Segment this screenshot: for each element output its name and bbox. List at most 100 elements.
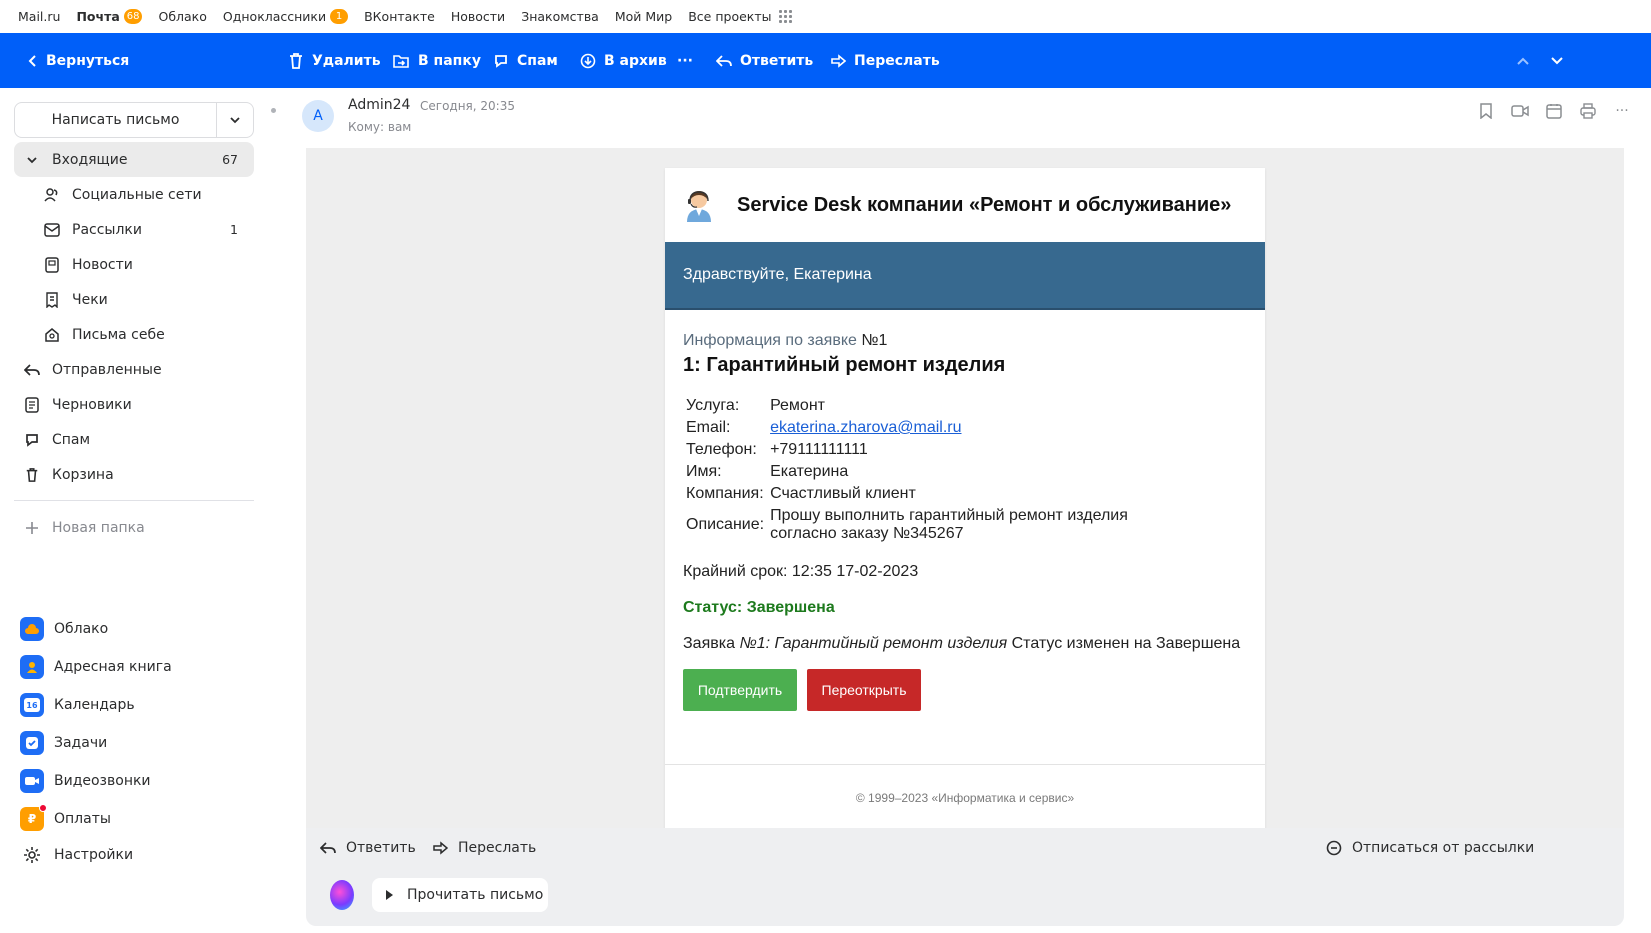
folder-count: 1: [230, 222, 238, 237]
notification-badge: 1: [330, 9, 349, 24]
folder-to-self[interactable]: Письма себе: [14, 317, 254, 352]
detail-value: +79111111111: [770, 441, 868, 458]
read-status-dot[interactable]: [271, 108, 276, 113]
portal-link-cloud[interactable]: Облако: [158, 9, 206, 24]
trash-icon: [290, 52, 302, 69]
app-cloud[interactable]: Облако: [20, 613, 108, 645]
folder-inbox[interactable]: Входящие 67: [14, 142, 254, 177]
app-address-book[interactable]: Адресная книга: [20, 651, 172, 683]
unsubscribe-button[interactable]: Отписаться от рассылки: [1326, 840, 1534, 856]
folder-newsletters[interactable]: Рассылки 1: [14, 212, 254, 247]
portal-link-label: Почта: [76, 9, 120, 24]
support-agent-icon: [687, 191, 711, 222]
app-tasks[interactable]: Задачи: [20, 727, 107, 759]
new-folder-label: Новая папка: [52, 519, 145, 536]
news-icon: [42, 255, 62, 275]
newsletter-icon: [42, 220, 62, 240]
back-button[interactable]: Вернуться: [28, 53, 129, 69]
folder-label: Письма себе: [72, 326, 165, 343]
message-header: A Admin24 Сегодня, 20:35 Кому: вам ···: [271, 88, 1651, 148]
sent-icon: [22, 360, 42, 380]
reply-bottom-button[interactable]: Ответить: [320, 840, 416, 856]
portal-link-dating[interactable]: Знакомства: [521, 9, 599, 24]
next-message-button[interactable]: [1550, 56, 1572, 66]
more-actions-button[interactable]: ···: [677, 53, 693, 69]
app-calendar[interactable]: 16 Календарь: [20, 689, 135, 721]
folder-spam[interactable]: Спам: [14, 422, 254, 457]
sender-name[interactable]: Admin24: [348, 97, 410, 113]
spam-icon: [495, 54, 507, 68]
avatar[interactable]: A: [302, 100, 334, 132]
email-body-area[interactable]: Service Desk компании «Ремонт и обслужив…: [306, 148, 1624, 828]
archive-label: В архив: [604, 52, 667, 69]
compose-dropdown-button[interactable]: [217, 103, 253, 137]
folder-receipts[interactable]: Чеки: [14, 282, 254, 317]
detail-label: Email:: [686, 419, 731, 436]
folder-label: Социальные сети: [72, 186, 202, 203]
folder-trash[interactable]: Корзина: [14, 457, 254, 492]
apps-grid-icon: [779, 9, 793, 24]
forward-bottom-button[interactable]: Переслать: [432, 840, 536, 856]
email-footer: © 1999–2023 «Информатика и сервис»: [665, 764, 1265, 805]
app-settings[interactable]: Настройки: [20, 839, 133, 871]
previous-message-button[interactable]: [1516, 56, 1538, 66]
detail-value: Ремонт: [770, 397, 825, 414]
folder-drafts[interactable]: Черновики: [14, 387, 254, 422]
archive-button[interactable]: В архив: [580, 53, 667, 69]
unsubscribe-label: Отписаться от рассылки: [1352, 840, 1535, 856]
delete-label: Удалить: [312, 52, 381, 69]
compose-button[interactable]: Написать письмо: [15, 103, 217, 137]
reply-button[interactable]: Ответить: [716, 53, 813, 69]
ai-assistant-icon[interactable]: [330, 880, 354, 910]
deadline: Крайний срок: 12:35 17-02-2023: [683, 563, 919, 580]
folder-news[interactable]: Новости: [14, 247, 254, 282]
table-row: Email: ekaterina.zharova@mail.ru: [683, 417, 1197, 439]
reply-label: Ответить: [346, 840, 416, 856]
forward-button[interactable]: Переслать: [830, 53, 940, 69]
app-payments[interactable]: ₽ Оплаты: [20, 803, 111, 835]
calendar-icon[interactable]: [1545, 102, 1563, 120]
folder-label: Спам: [52, 431, 91, 448]
app-label: Календарь: [54, 697, 135, 713]
chevron-down-icon: [22, 150, 42, 170]
portal-link-ok[interactable]: Одноклассники 1: [223, 9, 349, 24]
portal-link-all-projects[interactable]: Все проекты: [688, 9, 793, 24]
trash-icon: [22, 465, 42, 485]
detail-label: Услуга:: [686, 397, 740, 414]
folder-sent[interactable]: Отправленные: [14, 352, 254, 387]
detail-value: Прошу выполнить гарантийный ремонт издел…: [770, 507, 1128, 542]
reopen-button[interactable]: Переоткрыть: [807, 669, 921, 711]
bookmark-icon[interactable]: [1477, 102, 1495, 120]
folder-label: Корзина: [52, 466, 114, 483]
folder-move-icon: [393, 54, 409, 68]
portal-link-mail[interactable]: Почта 68: [76, 9, 143, 24]
portal-link-mymir[interactable]: Мой Мир: [615, 9, 672, 24]
confirm-button[interactable]: Подтвердить: [683, 669, 797, 711]
portal-bar: Mail.ru Почта 68 Облако Одноклассники 1 ВК…: [0, 0, 1651, 33]
draft-icon: [22, 395, 42, 415]
portal-link-label: Все проекты: [688, 9, 772, 24]
folder-label: Входящие: [52, 151, 128, 168]
portal-link-mailru[interactable]: Mail.ru: [18, 9, 60, 24]
chevron-down-icon: [230, 117, 240, 124]
more-horizontal-icon[interactable]: ···: [1613, 102, 1631, 120]
video-call-icon[interactable]: [1511, 102, 1529, 120]
new-folder-button[interactable]: Новая папка: [14, 510, 254, 545]
portal-link-label: Mail.ru: [18, 9, 61, 24]
folder-social[interactable]: Социальные сети: [14, 177, 254, 212]
detail-value: Счастливый клиент: [770, 485, 916, 502]
print-icon[interactable]: [1579, 102, 1597, 120]
gear-icon: [20, 843, 44, 867]
email-link[interactable]: ekaterina.zharova@mail.ru: [770, 419, 961, 436]
spam-button[interactable]: Спам: [493, 53, 558, 69]
delete-button[interactable]: Удалить: [288, 52, 381, 70]
app-video-calls[interactable]: Видеозвонки: [20, 765, 151, 797]
read-aloud-button[interactable]: Прочитать письмо: [372, 878, 548, 912]
spam-icon: [22, 430, 42, 450]
portal-link-vk[interactable]: ВКонтакте: [364, 9, 435, 24]
portal-link-news[interactable]: Новости: [451, 9, 505, 24]
move-to-folder-button[interactable]: В папку: [392, 53, 481, 69]
calendar-day: 16: [24, 698, 40, 712]
play-icon: [386, 890, 393, 900]
video-camera-icon: [20, 769, 44, 793]
